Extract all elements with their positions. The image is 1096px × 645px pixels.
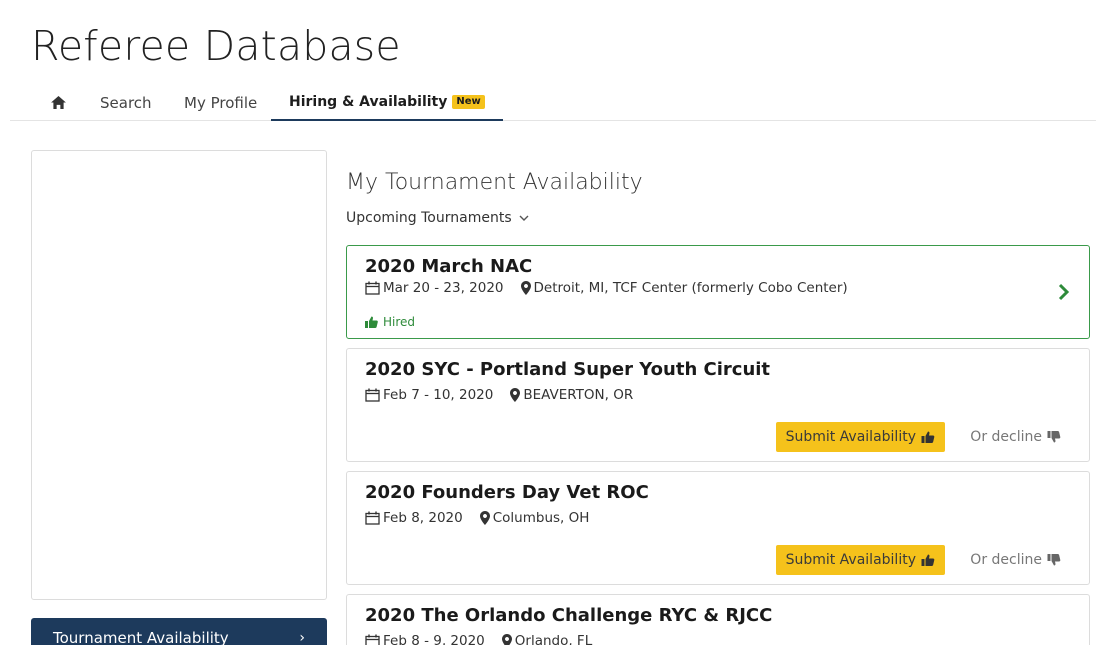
page-title: My Tournament Availability [346, 170, 643, 195]
tournament-meta: Mar 20 - 23, 2020 Detroit, MI, TCF Cente… [365, 280, 848, 296]
tournament-card[interactable]: 2020 March NAC Mar 20 - 23, 2020 Detroit… [346, 245, 1090, 339]
main-nav: Search My Profile Hiring & Availability … [10, 84, 1096, 121]
calendar-icon [365, 388, 380, 402]
map-marker-icon [510, 388, 521, 402]
tournament-meta: Feb 7 - 10, 2020 BEAVERTON, OR [365, 387, 633, 403]
tournament-location: Columbus, OH [492, 510, 590, 526]
decline-link[interactable]: Or decline [970, 552, 1061, 568]
submit-label: Submit Availability [785, 552, 916, 568]
app-title: Referee Database [31, 22, 401, 70]
decline-link[interactable]: Or decline [970, 429, 1061, 445]
map-marker-icon [501, 634, 512, 645]
map-marker-icon [479, 511, 490, 525]
submit-availability-button[interactable]: Submit Availability [775, 545, 945, 575]
nav-my-profile[interactable]: My Profile [184, 84, 257, 121]
tournament-location: Orlando, FL [514, 633, 593, 645]
submit-label: Submit Availability [785, 429, 916, 445]
thumbs-up-icon [921, 431, 935, 443]
thumbs-down-icon [1047, 431, 1061, 443]
thumbs-down-icon [1047, 554, 1061, 566]
nav-hiring-label: Hiring & Availability [289, 93, 448, 110]
filter-label: Upcoming Tournaments [346, 210, 512, 226]
tournament-filter-dropdown[interactable]: Upcoming Tournaments [346, 210, 529, 226]
nav-hiring-availability[interactable]: Hiring & Availability New [271, 84, 503, 121]
home-icon [50, 96, 66, 109]
thumbs-up-icon [921, 554, 935, 566]
tournament-location: BEAVERTON, OR [523, 387, 634, 403]
nav-home[interactable] [48, 84, 68, 121]
submit-availability-button[interactable]: Submit Availability [775, 422, 945, 452]
sidebar-tab-tournament-availability[interactable]: Tournament Availability › [31, 618, 327, 645]
decline-label: Or decline [970, 552, 1042, 568]
calendar-icon [365, 511, 380, 525]
chevron-right-icon[interactable] [1057, 282, 1071, 302]
map-marker-icon [520, 281, 531, 295]
tournament-dates: Feb 8, 2020 [383, 510, 463, 526]
hired-status: Hired [365, 315, 415, 329]
calendar-icon [365, 281, 380, 295]
tournament-card: 2020 Founders Day Vet ROC Feb 8, 2020 Co… [346, 471, 1090, 585]
tournament-dates: Mar 20 - 23, 2020 [383, 280, 504, 296]
decline-label: Or decline [970, 429, 1042, 445]
status-label: Hired [383, 315, 416, 329]
tournament-dates: Feb 7 - 10, 2020 [383, 387, 494, 403]
chevron-right-icon: › [299, 630, 305, 645]
tournament-name: 2020 The Orlando Challenge RYC & RJCC [365, 605, 773, 626]
tournament-name: 2020 March NAC [365, 256, 533, 277]
thumbs-up-icon [365, 316, 378, 328]
new-badge: New [452, 94, 485, 109]
calendar-icon [365, 634, 380, 645]
tournament-name: 2020 Founders Day Vet ROC [365, 482, 649, 503]
page: Referee Database Search My Profile Hirin… [0, 0, 1096, 645]
tournament-location: Detroit, MI, TCF Center (formerly Cobo C… [533, 280, 848, 296]
tournament-card: 2020 SYC - Portland Super Youth Circuit … [346, 348, 1090, 462]
sidebar-panel [31, 150, 327, 600]
tournament-meta: Feb 8 - 9, 2020 Orlando, FL [365, 633, 592, 645]
tournament-meta: Feb 8, 2020 Columbus, OH [365, 510, 589, 526]
nav-search[interactable]: Search [100, 84, 152, 121]
chevron-down-icon [519, 215, 529, 221]
tournament-card: 2020 The Orlando Challenge RYC & RJCC Fe… [346, 594, 1090, 645]
sidebar-tab-label: Tournament Availability [53, 629, 229, 645]
tournament-dates: Feb 8 - 9, 2020 [383, 633, 485, 645]
tournament-name: 2020 SYC - Portland Super Youth Circuit [365, 359, 771, 380]
